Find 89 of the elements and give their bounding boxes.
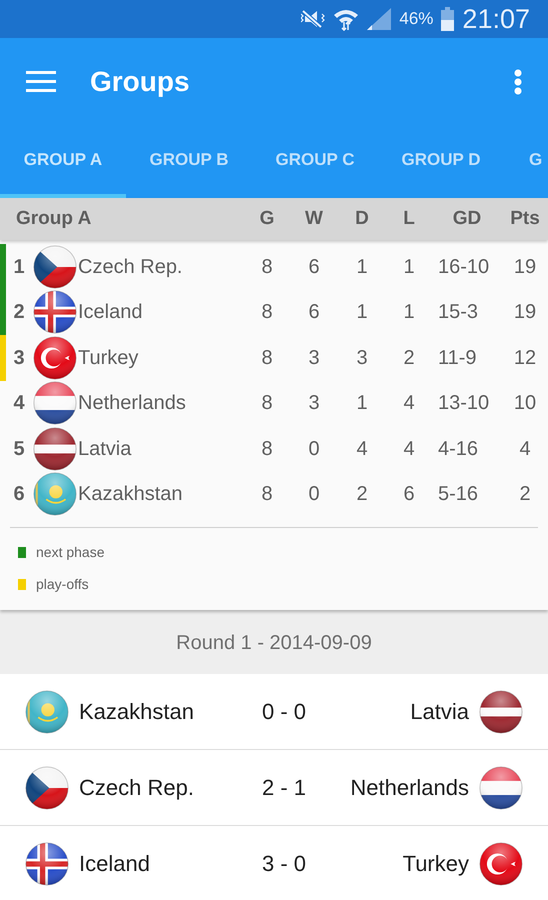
column-header: L xyxy=(402,206,416,231)
menu-icon[interactable] xyxy=(26,71,56,92)
match-row[interactable]: Iceland 3 - 0 Turkey xyxy=(0,826,548,900)
table-cell-text: 16-10 xyxy=(437,254,490,280)
team-name: Czech Rep. xyxy=(78,254,184,280)
table-cell-text: 4-16 xyxy=(437,436,480,462)
column-header: W xyxy=(304,206,324,231)
table-cell-text: 2 xyxy=(355,482,369,508)
column-header: Group A xyxy=(15,206,92,231)
more-options-icon[interactable] xyxy=(514,68,522,94)
team-name: Kazakhstan xyxy=(78,482,184,508)
mute-icon xyxy=(301,9,326,29)
group-tab[interactable]: GROUP D xyxy=(378,125,504,198)
round-title: Round 1 - 2014-09-09 xyxy=(176,631,372,656)
table-cell-text: 1 xyxy=(355,391,369,416)
rank: 4 xyxy=(12,391,26,416)
table-cell-text: 11-9 xyxy=(437,346,478,371)
legend-label: next phase xyxy=(36,542,104,562)
flag-icon xyxy=(25,766,69,810)
table-cell-text: 1 xyxy=(402,300,416,326)
flag-icon xyxy=(479,690,523,734)
flag-icon xyxy=(25,842,69,886)
table-cell-text: 3 xyxy=(307,346,321,371)
away-team: Latvia xyxy=(409,698,469,726)
group-tab[interactable]: GROUP B xyxy=(126,125,252,198)
home-team: Iceland xyxy=(79,850,151,878)
table-cell-text: 1 xyxy=(355,300,369,326)
column-header: GD xyxy=(452,206,482,231)
table-cell-text: 8 xyxy=(260,436,274,462)
match-row[interactable]: Kazakhstan 0 - 0 Latvia xyxy=(0,674,548,750)
team-name: Latvia xyxy=(78,436,132,462)
table-cell-text: 6 xyxy=(307,254,321,280)
rank: 1 xyxy=(12,254,26,280)
flag-icon xyxy=(25,690,69,734)
table-cell-text: 10 xyxy=(512,391,538,416)
home-team: Kazakhstan xyxy=(79,698,195,726)
table-cell-text: 1 xyxy=(402,254,416,280)
table-cell-text: 8 xyxy=(260,482,274,508)
rank: 6 xyxy=(12,482,26,508)
table-cell-text: 8 xyxy=(260,346,274,371)
flag-icon xyxy=(479,842,523,886)
rank: 2 xyxy=(12,300,26,326)
rank: 5 xyxy=(12,436,26,462)
app-title: Groups xyxy=(90,64,190,99)
signal-icon xyxy=(367,8,392,30)
match-score: 0 - 0 xyxy=(260,698,308,726)
table-cell-text: 5-16 xyxy=(437,482,480,508)
team-name: Turkey xyxy=(78,346,140,371)
battery-icon xyxy=(441,7,454,31)
column-header: G xyxy=(258,206,276,231)
away-team: Netherlands xyxy=(349,774,469,802)
table-cell-text: 2 xyxy=(402,346,416,371)
rank: 3 xyxy=(12,346,26,371)
table-cell-text: 19 xyxy=(512,254,538,280)
table-cell-text: 4 xyxy=(402,391,416,416)
table-cell-text: 3 xyxy=(307,391,321,416)
table-cell-text: 3 xyxy=(355,346,369,371)
home-team: Czech Rep. xyxy=(79,774,195,802)
table-cell-text: 15-3 xyxy=(437,300,480,326)
table-cell-text: 8 xyxy=(260,391,274,416)
table-cell-text: 19 xyxy=(512,300,538,326)
match-score: 3 - 0 xyxy=(260,850,308,878)
table-cell-text: 4 xyxy=(518,436,532,462)
battery-percent: 46% xyxy=(399,8,434,30)
match-score: 2 - 1 xyxy=(260,774,308,802)
table-cell-text: 1 xyxy=(355,254,369,280)
table-cell-text: 12 xyxy=(512,346,538,371)
table-cell-text: 8 xyxy=(260,300,274,326)
clock-time: 21:07 xyxy=(462,2,530,36)
team-name: Netherlands xyxy=(78,391,187,416)
table-cell-text: 0 xyxy=(307,436,321,462)
group-tab[interactable]: GROUP C xyxy=(252,125,378,198)
match-row[interactable]: Czech Rep. 2 - 1 Netherlands xyxy=(0,750,548,826)
wifi-icon xyxy=(333,8,360,30)
table-cell-text: 13-10 xyxy=(437,391,490,416)
table-cell-text: 6 xyxy=(402,482,416,508)
team-name: Iceland xyxy=(78,300,144,326)
flag-icon xyxy=(479,766,523,810)
table-cell-text: 4 xyxy=(402,436,416,462)
legend-label: play-offs xyxy=(36,574,89,594)
group-tab[interactable]: G xyxy=(504,125,548,198)
table-cell-text: 4 xyxy=(355,436,369,462)
table-cell-text: 8 xyxy=(260,254,274,280)
away-team: Turkey xyxy=(402,850,469,878)
table-cell-text: 6 xyxy=(307,300,321,326)
table-cell-text: 0 xyxy=(307,482,321,508)
column-header: Pts xyxy=(509,206,541,231)
table-cell-text: 2 xyxy=(518,482,532,508)
column-header: D xyxy=(354,206,370,231)
